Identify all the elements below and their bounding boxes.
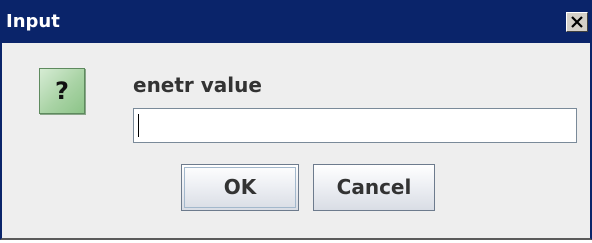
- question-glyph: ?: [55, 77, 69, 105]
- close-icon: [571, 16, 583, 28]
- window-title: Input: [6, 11, 60, 32]
- ok-button[interactable]: OK: [181, 164, 299, 211]
- close-button[interactable]: [566, 12, 588, 32]
- title-bar[interactable]: Input: [2, 0, 590, 43]
- text-caret: [138, 114, 139, 137]
- ok-button-label: OK: [223, 175, 257, 199]
- question-icon: ?: [39, 68, 85, 114]
- prompt-label: enetr value: [133, 73, 262, 97]
- value-input[interactable]: [133, 108, 577, 143]
- input-dialog: Input ? enetr value OK Cancel: [0, 0, 592, 240]
- cancel-button-label: Cancel: [336, 175, 412, 199]
- cancel-button[interactable]: Cancel: [313, 164, 435, 211]
